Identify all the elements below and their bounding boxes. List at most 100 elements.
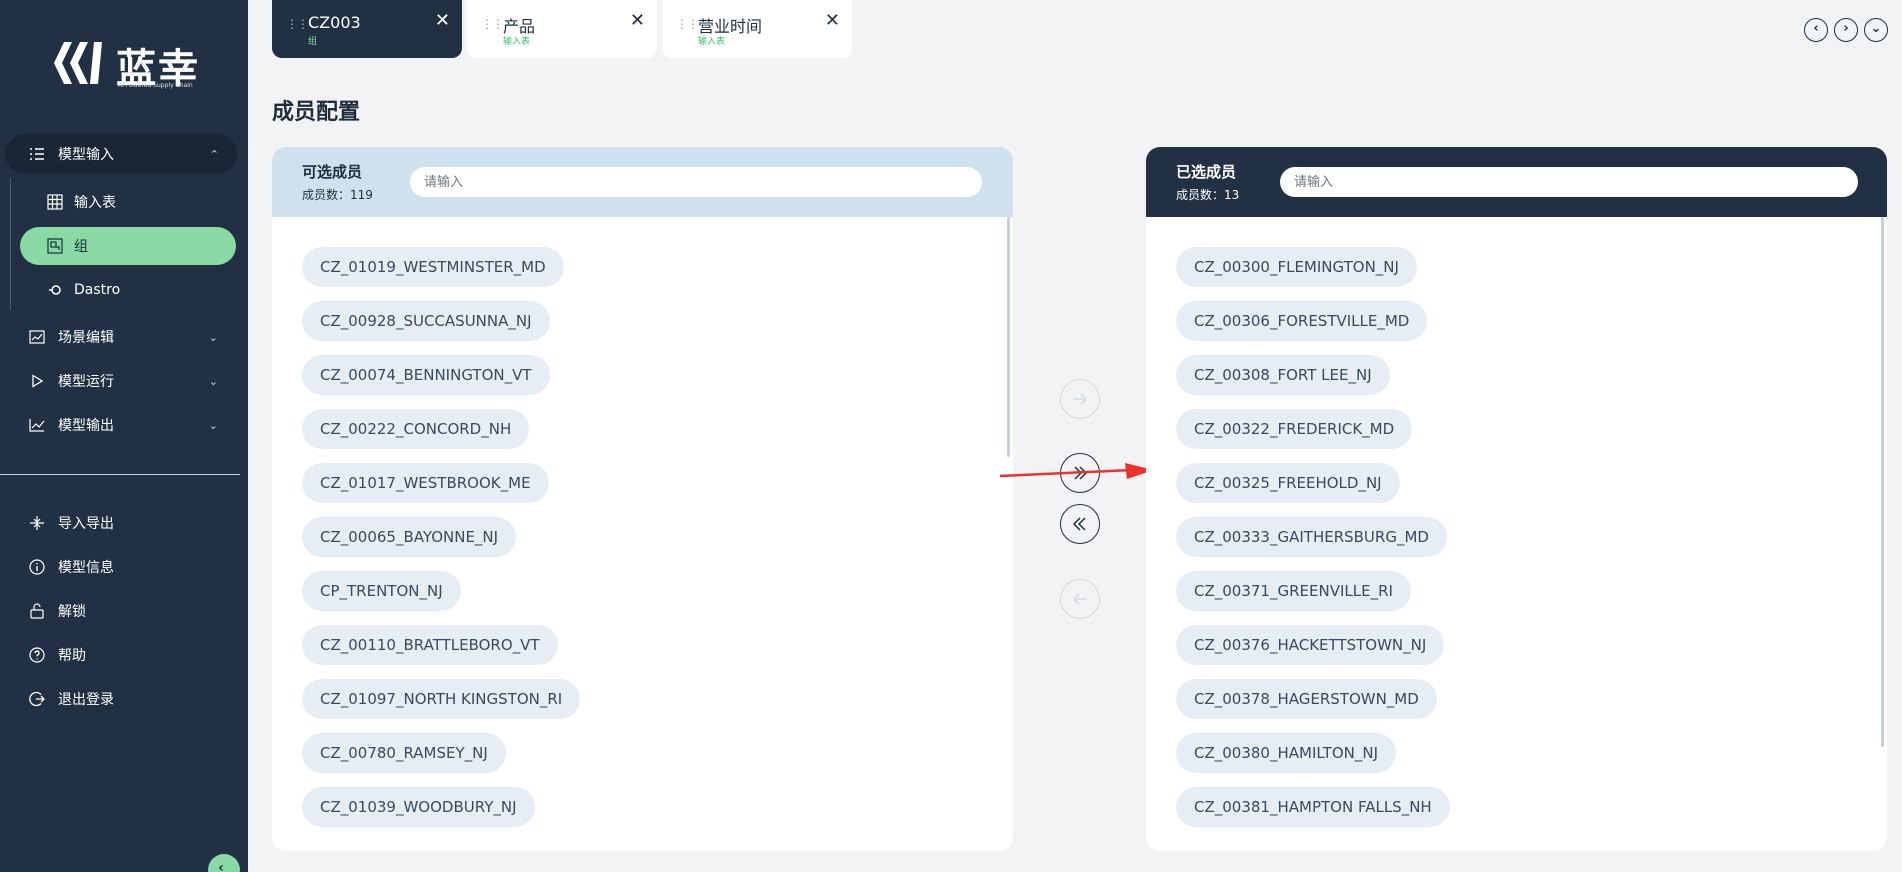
member-chip[interactable]: CZ_00381_HAMPTON FALLS_NH xyxy=(1176,787,1450,827)
available-list: CZ_01019_WESTMINSTER_MD CZ_00928_SUCCASUN… xyxy=(302,247,581,841)
move-all-left-button[interactable] xyxy=(1060,504,1100,544)
sidebar-item-model-run[interactable]: 模型运行 ⌄ xyxy=(0,361,248,401)
line-chart-icon xyxy=(28,416,46,434)
sidebar-item-label: 帮助 xyxy=(58,648,86,664)
chevron-down-icon: ⌄ xyxy=(208,330,218,344)
panel-title: 已选成员 xyxy=(1176,163,1237,181)
double-chevron-left-icon xyxy=(1072,517,1086,531)
chevron-down-icon: ⌄ xyxy=(208,374,218,388)
panel-title: 可选成员 xyxy=(302,163,363,181)
sidebar-item-label: 组 xyxy=(74,239,88,255)
brand-tagline: AI Powered Supply Chain xyxy=(118,82,193,89)
sidebar-item-scenario-edit[interactable]: 场景编辑 ⌄ xyxy=(0,317,248,357)
sidebar-divider xyxy=(0,474,240,475)
logo-mark-icon xyxy=(54,42,102,84)
sidebar-item-label: 模型输出 xyxy=(58,418,114,434)
tab-title: CZ003 xyxy=(308,13,361,32)
tabs-menu-button[interactable]: ⌄ xyxy=(1864,18,1888,42)
sidebar-item-model-output[interactable]: 模型输出 ⌄ xyxy=(0,405,248,445)
member-chip[interactable]: CZ_01019_WESTMINSTER_MD xyxy=(302,247,564,287)
move-right-button[interactable] xyxy=(1060,379,1100,419)
member-chip[interactable]: CZ_00300_FLEMINGTON_NJ xyxy=(1176,247,1417,287)
drag-handle-icon[interactable]: ⋮⋮ xyxy=(676,17,699,31)
dastro-icon xyxy=(46,281,64,299)
tab-subtitle: 输入表 xyxy=(698,37,726,47)
scrollbar[interactable] xyxy=(1881,217,1884,747)
member-chip[interactable]: CZ_00110_BRATTLEBORO_VT xyxy=(302,625,558,665)
member-chip[interactable]: CZ_00322_FREDERICK_MD xyxy=(1176,409,1413,449)
member-count: 成员数：119 xyxy=(302,188,373,202)
menu-group-label: 模型输入 xyxy=(58,147,114,163)
submenu-guide-line xyxy=(10,178,11,310)
tabs-prev-button[interactable]: ‹ xyxy=(1804,18,1828,42)
tab-business-hours[interactable]: ⋮⋮ 营业时间 输入表 ✕ xyxy=(662,0,852,58)
sidebar-item-input-table[interactable]: 输入表 xyxy=(20,183,236,221)
import-export-icon xyxy=(28,514,46,532)
sidebar-item-logout[interactable]: 退出登录 xyxy=(0,679,248,719)
sidebar-item-dastro[interactable]: Dastro xyxy=(20,271,236,309)
sidebar-item-label: Dastro xyxy=(74,282,121,298)
member-chip[interactable]: CZ_00380_HAMILTON_NJ xyxy=(1176,733,1396,773)
sidebar-item-group[interactable]: 组 xyxy=(20,227,236,265)
drag-handle-icon[interactable]: ⋮⋮ xyxy=(481,17,504,31)
member-chip[interactable]: CZ_00325_FREEHOLD_NJ xyxy=(1176,463,1400,503)
sidebar-item-help[interactable]: 帮助 xyxy=(0,635,248,675)
arrow-left-icon xyxy=(1072,593,1087,605)
member-chip[interactable]: CZ_00376_HACKETTSTOWN_NJ xyxy=(1176,625,1445,665)
sidebar-item-label: 模型运行 xyxy=(58,374,114,390)
move-left-button[interactable] xyxy=(1060,579,1100,619)
table-icon xyxy=(46,193,64,211)
sidebar-item-label: 退出登录 xyxy=(58,692,114,708)
sidebar-item-label: 场景编辑 xyxy=(58,330,114,346)
close-icon[interactable]: ✕ xyxy=(825,12,840,30)
sidebar-item-import-export[interactable]: 导入导出 xyxy=(0,503,248,543)
member-chip[interactable]: CZ_00780_RAMSEY_NJ xyxy=(302,733,506,773)
chart-edit-icon xyxy=(28,328,46,346)
selected-search-input[interactable] xyxy=(1280,167,1858,197)
logout-icon xyxy=(28,690,46,708)
member-chip[interactable]: CZ_00065_BAYONNE_NJ xyxy=(302,517,517,557)
member-chip[interactable]: CZ_00378_HAGERSTOWN_MD xyxy=(1176,679,1437,719)
sidebar-item-model-info[interactable]: 模型信息 xyxy=(0,547,248,587)
logo: 蓝幸 AI Powered Supply Chain xyxy=(50,34,200,94)
member-chip[interactable]: CZ_00308_FORT LEE_NJ xyxy=(1176,355,1390,395)
sidebar-item-label: 解锁 xyxy=(58,604,86,620)
close-icon[interactable]: ✕ xyxy=(630,12,645,30)
selected-members-panel: 已选成员 成员数：13 CZ_00300_FLEMINGTON_NJ CZ_003… xyxy=(1146,147,1887,851)
page-title: 成员配置 xyxy=(272,100,361,125)
annotation-arrow-icon xyxy=(1000,463,1154,479)
scrollbar[interactable] xyxy=(1007,217,1010,457)
play-icon xyxy=(28,372,46,390)
sidebar-item-unlock[interactable]: 解锁 xyxy=(0,591,248,631)
available-search-input[interactable] xyxy=(410,167,982,197)
sidebar-item-label: 导入导出 xyxy=(58,516,114,532)
member-chip[interactable]: CZ_01017_WESTBROOK_ME xyxy=(302,463,549,503)
chevron-down-icon: ⌄ xyxy=(208,418,218,432)
close-icon[interactable]: ✕ xyxy=(435,12,450,30)
drag-handle-icon[interactable]: ⋮⋮ xyxy=(286,17,309,31)
tab-cz003[interactable]: ⋮⋮ CZ003 组 ✕ xyxy=(272,0,462,58)
group-icon xyxy=(46,237,64,255)
tabs-next-button[interactable]: › xyxy=(1834,18,1858,42)
tab-subtitle: 组 xyxy=(308,37,318,47)
member-chip[interactable]: CZ_00333_GAITHERSBURG_MD xyxy=(1176,517,1447,557)
sidebar: 蓝幸 AI Powered Supply Chain 模型输入 ⌃ 输入表 组 … xyxy=(0,0,248,872)
panel-header: 可选成员 成员数：119 xyxy=(272,147,1013,217)
member-chip[interactable]: CZ_00306_FORESTVILLE_MD xyxy=(1176,301,1428,341)
collapse-sidebar-button[interactable]: ‹ xyxy=(208,854,240,872)
menu-group-model-input[interactable]: 模型输入 ⌃ xyxy=(5,134,237,174)
member-chip[interactable]: CP_TRENTON_NJ xyxy=(302,571,461,611)
member-chip[interactable]: CZ_00371_GREENVILLE_RI xyxy=(1176,571,1411,611)
member-chip[interactable]: CZ_00222_CONCORD_NH xyxy=(302,409,530,449)
unlock-icon xyxy=(28,602,46,620)
member-chip[interactable]: CZ_01097_NORTH KINGSTON_RI xyxy=(302,679,581,719)
tab-product[interactable]: ⋮⋮ 产品 输入表 ✕ xyxy=(467,0,657,58)
list-icon xyxy=(28,145,46,163)
panel-header: 已选成员 成员数：13 xyxy=(1146,147,1887,217)
member-chip[interactable]: CZ_00928_SUCCASUNNA_NJ xyxy=(302,301,550,341)
member-chip[interactable]: CZ_01039_WOODBURY_NJ xyxy=(302,787,535,827)
member-count: 成员数：13 xyxy=(1176,188,1240,202)
chevron-up-icon: ⌃ xyxy=(209,147,219,161)
member-chip[interactable]: CZ_00074_BENNINGTON_VT xyxy=(302,355,550,395)
tab-subtitle: 输入表 xyxy=(503,37,531,47)
